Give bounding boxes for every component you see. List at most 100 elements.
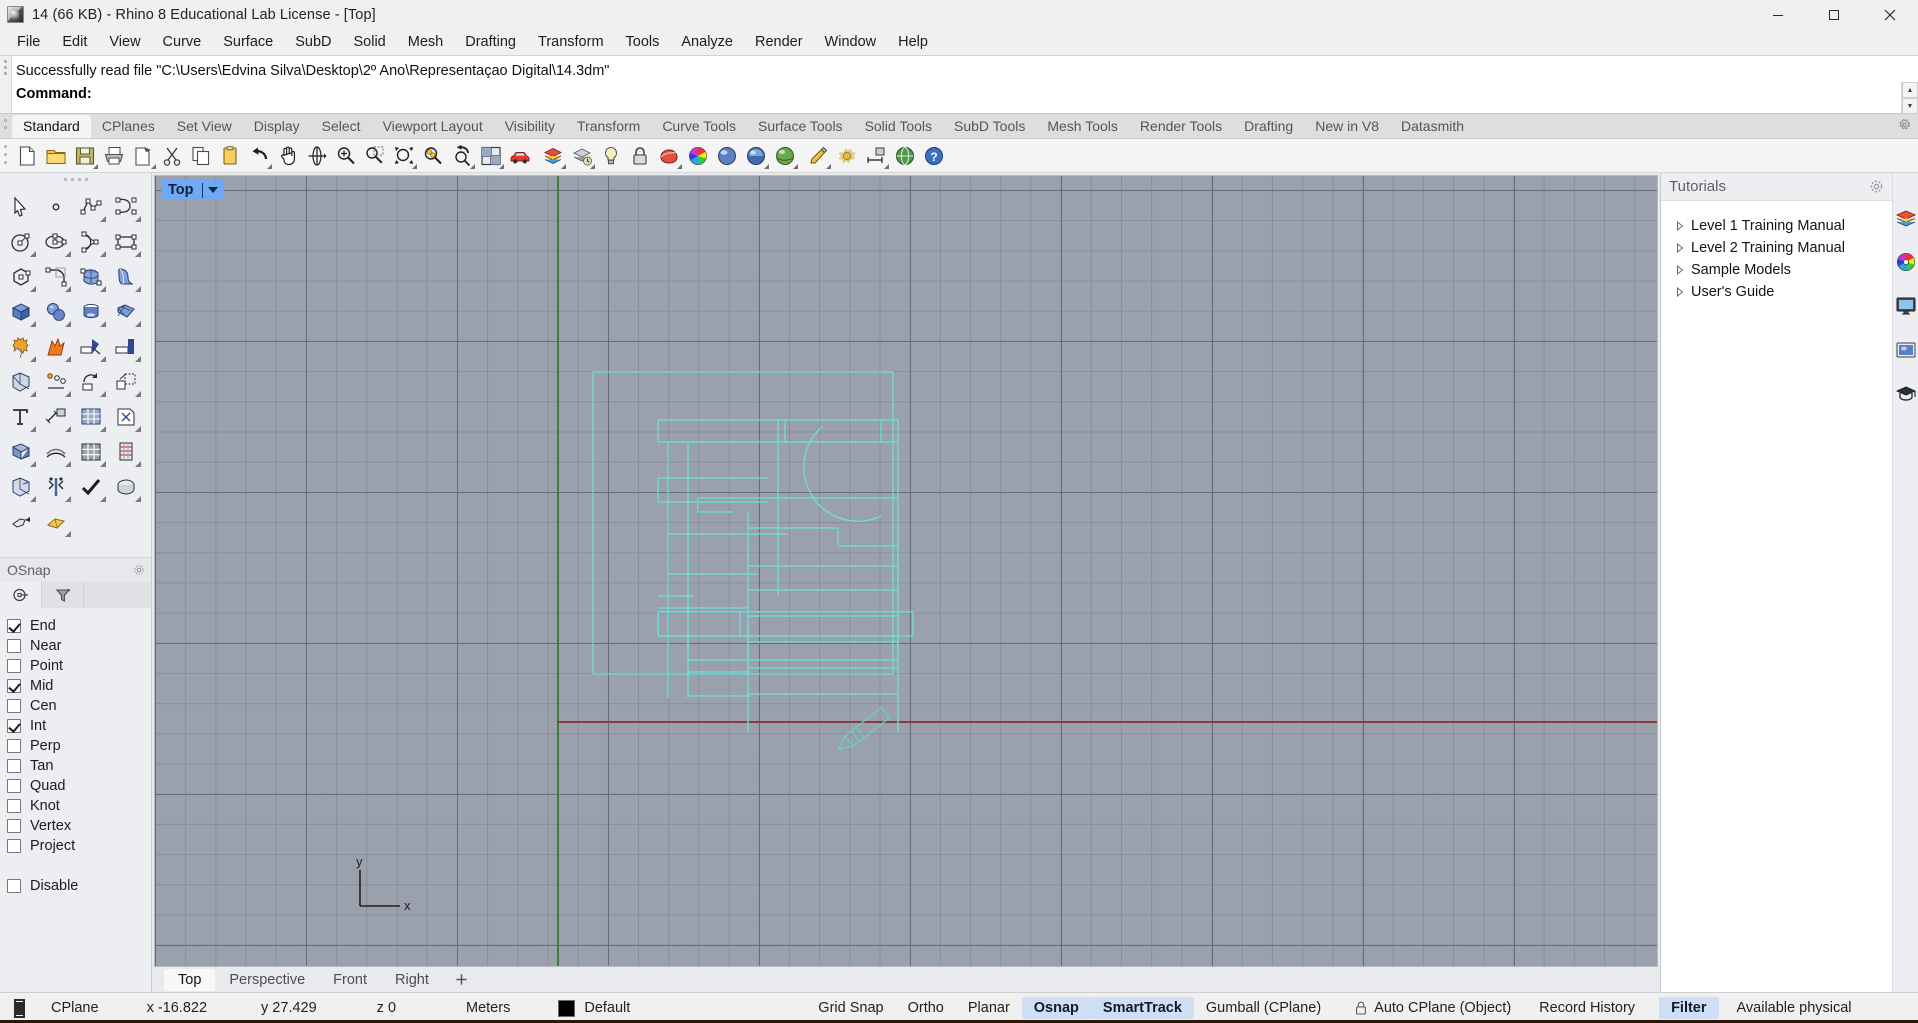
checkbox[interactable] (7, 679, 21, 693)
tab-select[interactable]: Select (311, 115, 372, 138)
checkbox[interactable] (7, 719, 21, 733)
globe-web-icon[interactable] (890, 141, 919, 170)
color-wheel-rail-icon[interactable] (1895, 251, 1917, 273)
color-wheel-icon[interactable] (683, 141, 712, 170)
checkbox[interactable] (7, 639, 21, 653)
osnap-option-disable[interactable]: Disable (7, 876, 151, 896)
tutorials-item-users-guide[interactable]: User's Guide (1673, 281, 1892, 303)
tab-set-view[interactable]: Set View (166, 115, 243, 138)
osnap-option-int[interactable]: Int (7, 716, 151, 736)
left-dock-grip[interactable] (0, 173, 151, 185)
tab-drafting[interactable]: Drafting (1233, 115, 1304, 138)
osnap-option-knot[interactable]: Knot (7, 796, 151, 816)
pen-annotate-icon[interactable] (803, 141, 832, 170)
osnap-option-project[interactable]: Project (7, 836, 151, 856)
tab-standard[interactable]: Standard (12, 115, 91, 138)
menu-solid[interactable]: Solid (343, 31, 397, 53)
checkbox[interactable] (7, 799, 21, 813)
pan-hand-icon[interactable] (273, 141, 302, 170)
top-viewport[interactable]: Top y x (154, 175, 1658, 967)
osnap-option-point[interactable]: Point (7, 656, 151, 676)
command-input[interactable] (95, 86, 1918, 102)
material-icon[interactable] (654, 141, 683, 170)
split-icon[interactable] (108, 329, 143, 364)
zoom-previous-icon[interactable] (447, 141, 476, 170)
menu-drafting[interactable]: Drafting (454, 31, 527, 53)
tab-cplanes[interactable]: CPlanes (91, 115, 166, 138)
chevron-right-icon[interactable] (1673, 265, 1687, 275)
osnap-option-cen[interactable]: Cen (7, 696, 151, 716)
car-sample-model-icon[interactable] (505, 141, 534, 170)
chevron-right-icon[interactable] (1673, 287, 1687, 297)
tutorials-item-sample-models[interactable]: Sample Models (1673, 259, 1892, 281)
polyline-icon[interactable] (73, 189, 108, 224)
chevron-right-icon[interactable] (1673, 243, 1687, 253)
scroll-down-arrow-icon[interactable]: ▼ (1902, 98, 1918, 114)
render-preview-icon[interactable] (741, 141, 770, 170)
menu-transform[interactable]: Transform (527, 31, 615, 53)
array-icon[interactable] (38, 364, 73, 399)
viewport-tab-top[interactable]: Top (164, 968, 216, 991)
layers-rail-icon[interactable] (1895, 207, 1917, 229)
viewport-tab-perspective[interactable]: Perspective (215, 969, 319, 991)
viewport-title-label[interactable]: Top (161, 180, 224, 200)
chevron-down-icon[interactable] (207, 187, 218, 193)
ellipse-icon[interactable] (38, 224, 73, 259)
tab-solid-tools[interactable]: Solid Tools (854, 115, 943, 138)
current-layer[interactable]: Default (524, 999, 630, 1017)
surface-patch-icon[interactable] (108, 294, 143, 329)
osnap-option-tan[interactable]: Tan (7, 756, 151, 776)
record-history-toggle[interactable]: Record History (1539, 1000, 1635, 1016)
menu-help[interactable]: Help (887, 31, 939, 53)
lock-icon[interactable] (625, 141, 654, 170)
maximize-icon[interactable] (1806, 0, 1862, 29)
sphere-boolean-icon[interactable] (38, 294, 73, 329)
cut-copy-page-icon[interactable] (128, 141, 157, 170)
scissors-cut-icon[interactable] (157, 141, 186, 170)
checkbox[interactable] (7, 699, 21, 713)
cylinder-icon[interactable] (73, 294, 108, 329)
arc-icon[interactable] (73, 224, 108, 259)
hatch-grid-icon[interactable] (73, 399, 108, 434)
paste-clipboard-icon[interactable] (215, 141, 244, 170)
fillet-edge-icon[interactable] (3, 364, 38, 399)
toggle-planar[interactable]: Planar (956, 997, 1022, 1019)
fillet-curve-icon[interactable] (38, 259, 73, 294)
boolean-union-icon[interactable] (3, 329, 38, 364)
checkbox[interactable] (7, 779, 21, 793)
tab-mesh-tools[interactable]: Mesh Tools (1036, 115, 1129, 138)
osnap-option-vertex[interactable]: Vertex (7, 816, 151, 836)
menu-subd[interactable]: SubD (284, 31, 342, 53)
floor-plan-geometry[interactable] (155, 176, 1395, 967)
tutorials-rail-icon[interactable] (1895, 383, 1917, 405)
select-arrow-icon[interactable] (3, 189, 38, 224)
tabstrip-grip[interactable] (3, 119, 8, 135)
rectangle-icon[interactable] (108, 224, 143, 259)
osnap-option-near[interactable]: Near (7, 636, 151, 656)
point-icon[interactable] (38, 189, 73, 224)
copy-icon[interactable] (186, 141, 215, 170)
render-rail-icon[interactable] (1895, 339, 1917, 361)
rotate-view-icon[interactable] (302, 141, 331, 170)
zoom-in-icon[interactable] (331, 141, 360, 170)
mesh-from-surface-icon[interactable] (3, 434, 38, 469)
circle-icon[interactable] (3, 224, 38, 259)
paint-spray-icon[interactable] (3, 504, 38, 539)
curve-control-points-icon[interactable] (108, 189, 143, 224)
rotate-icon[interactable] (73, 364, 108, 399)
tab-new-in-v8[interactable]: New in V8 (1304, 115, 1390, 138)
four-viewport-layout-icon[interactable] (476, 141, 505, 170)
scroll-up-arrow-icon[interactable]: ▲ (1902, 82, 1918, 98)
filter-toggle[interactable]: Filter (1659, 997, 1719, 1019)
osnap-tab-filter[interactable] (42, 582, 84, 608)
command-history-scroll[interactable]: ▲ ▼ (1901, 82, 1918, 114)
menu-tools[interactable]: Tools (615, 31, 671, 53)
viewport-tab-right[interactable]: Right (381, 969, 443, 991)
menu-render[interactable]: Render (744, 31, 814, 53)
surface-loft-icon[interactable] (108, 259, 143, 294)
tab-render-tools[interactable]: Render Tools (1129, 115, 1233, 138)
render-sphere-icon[interactable] (770, 141, 799, 170)
new-file-icon[interactable] (12, 141, 41, 170)
menu-curve[interactable]: Curve (152, 31, 213, 53)
osnap-option-quad[interactable]: Quad (7, 776, 151, 796)
